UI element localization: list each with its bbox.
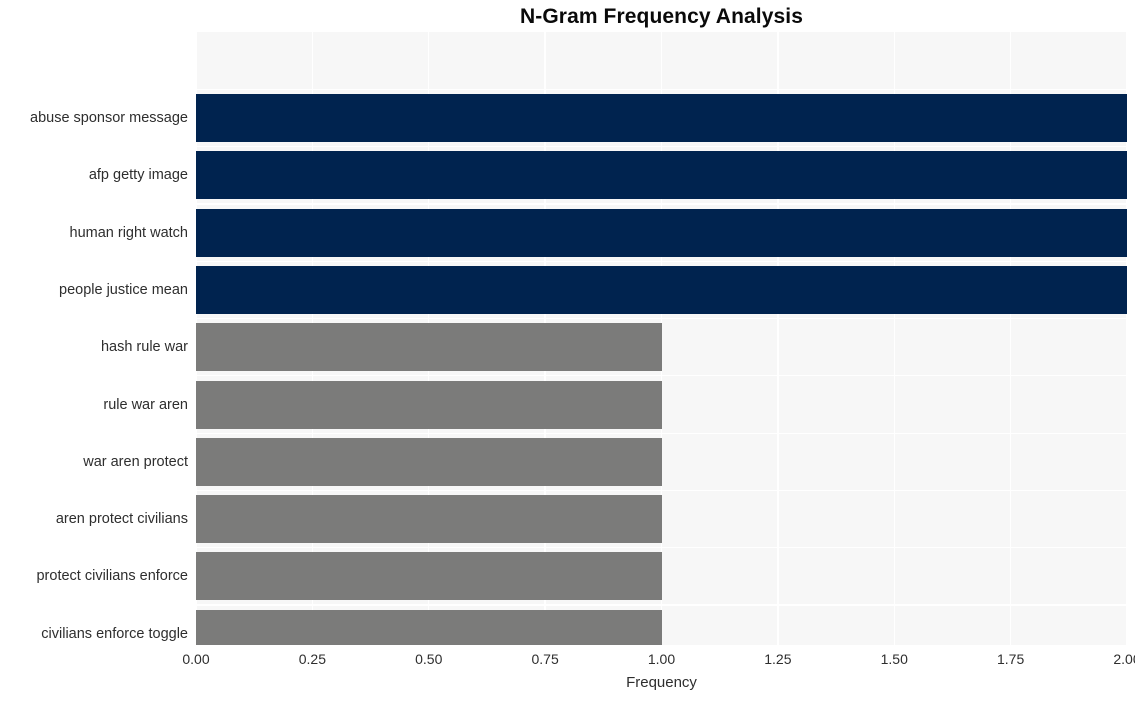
horizontal-gridline (196, 489, 1127, 492)
bar (196, 94, 1127, 142)
chart-figure: N-Gram Frequency Analysis abuse sponsor … (0, 0, 1135, 701)
horizontal-gridline (196, 604, 1127, 606)
x-axis-tick-label: 1.00 (647, 651, 676, 667)
horizontal-gridline (196, 432, 1127, 434)
bar (196, 437, 662, 486)
bar (196, 609, 662, 645)
x-axis-tick-label: 1.75 (997, 651, 1025, 667)
bar (196, 552, 662, 601)
bar (196, 265, 1127, 314)
y-axis-tick-label: people justice mean (59, 281, 188, 298)
y-axis-tick-label: aren protect civilians (55, 511, 188, 528)
y-axis-tick-label: abuse sponsor message (30, 110, 188, 126)
x-axis-title: Frequency (626, 674, 697, 691)
y-axis-tick-label: human right watch (69, 224, 188, 241)
x-axis-tick-label: 1.25 (764, 651, 792, 667)
horizontal-gridline (196, 317, 1127, 320)
bar (196, 495, 662, 544)
y-axis-tick-label: civilians enforce toggle (41, 625, 188, 642)
x-axis-tick-label: 1.50 (880, 651, 908, 667)
x-axis-tick-label: 0.50 (415, 651, 443, 667)
horizontal-gridline (196, 547, 1127, 549)
horizontal-gridline (196, 88, 1127, 90)
y-axis-tick-label: afp getty image (88, 167, 188, 184)
plot-area (196, 32, 1127, 645)
x-axis-tick-label: 2.00 (1113, 651, 1135, 667)
horizontal-gridline (196, 146, 1127, 148)
bar (196, 208, 1127, 257)
x-axis-tick-label: 0.25 (298, 651, 326, 667)
y-axis-tick-label: hash rule war (100, 339, 188, 356)
y-axis-tick-label: protect civilians enforce (36, 568, 188, 585)
bar (196, 151, 1127, 200)
y-axis-tick-label: war aren protect (83, 453, 188, 470)
y-axis-tick-label: rule war aren (103, 396, 188, 413)
horizontal-gridline (196, 260, 1127, 262)
x-axis-tick-label: 0.00 (182, 651, 210, 667)
x-axis-tick-label: 0.75 (531, 651, 559, 667)
horizontal-gridline (196, 203, 1127, 205)
chart-title: N-Gram Frequency Analysis (520, 5, 803, 28)
bar (196, 323, 662, 372)
bar (196, 380, 662, 429)
horizontal-gridline (196, 375, 1127, 377)
